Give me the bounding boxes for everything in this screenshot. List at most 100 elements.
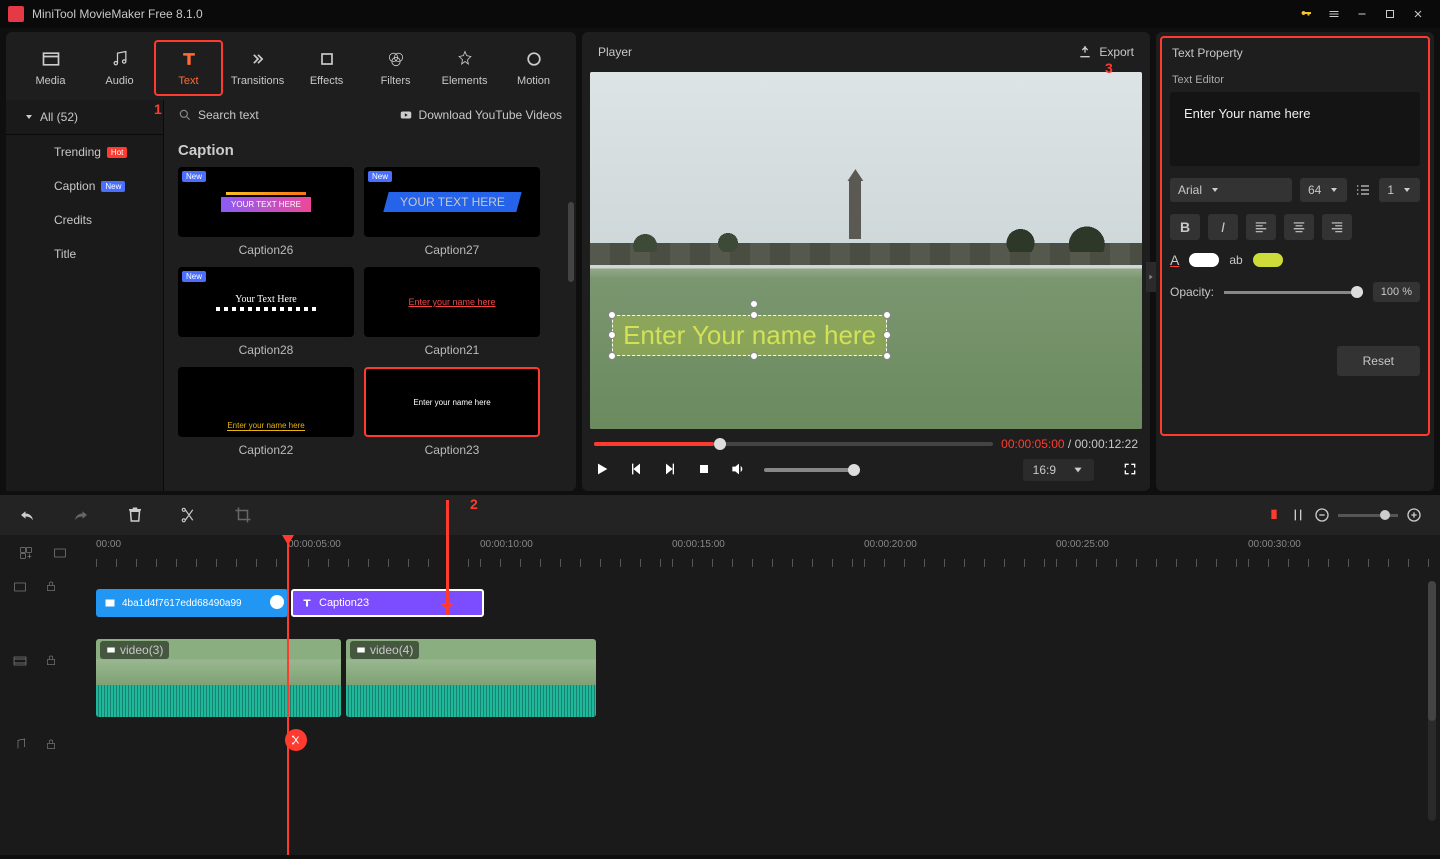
align-center-button[interactable]	[1284, 214, 1314, 240]
sidebar-item-credits[interactable]: Credits	[6, 203, 163, 237]
app-title: MiniTool MovieMaker Free 8.1.0	[32, 7, 203, 21]
add-track-icon[interactable]	[18, 545, 34, 561]
text-clip[interactable]: Caption23	[291, 589, 484, 617]
library-content: Search text Download YouTube Videos Capt…	[164, 100, 576, 491]
sidebar-item-trending[interactable]: TrendingHot	[6, 135, 163, 169]
tab-effects[interactable]: Effects	[292, 40, 361, 96]
expand-tab-icon[interactable]	[1146, 262, 1156, 292]
timeline-toolbar	[0, 495, 1440, 535]
property-title: Text Property	[1156, 32, 1434, 74]
marker-icon[interactable]	[1266, 507, 1282, 523]
text-color-swatch[interactable]	[1189, 253, 1219, 267]
annotation-3: 3	[1105, 60, 1113, 76]
timeline: 00:00 00:00:05:00 00:00:10:00 00:00:15:0…	[0, 495, 1440, 855]
highlight-color-button[interactable]: ab	[1229, 253, 1242, 267]
align-right-button[interactable]	[1322, 214, 1352, 240]
track-controls	[12, 579, 58, 753]
download-youtube-link[interactable]: Download YouTube Videos	[399, 108, 562, 122]
tab-filters[interactable]: Filters	[361, 40, 430, 96]
maximize-icon[interactable]	[1376, 0, 1404, 28]
text-editor-input[interactable]: Enter Your name here	[1170, 92, 1420, 166]
crop-button[interactable]	[234, 506, 252, 524]
key-icon[interactable]	[1292, 0, 1320, 28]
rotate-handle-icon[interactable]	[750, 300, 758, 308]
text-track[interactable]: 4ba1d4f7617edd68490a99 Caption23	[96, 575, 1440, 637]
zoom-slider[interactable]	[1338, 514, 1398, 517]
sidebar-item-caption[interactable]: CaptionNew	[6, 169, 163, 203]
playhead[interactable]	[287, 535, 289, 855]
prev-button[interactable]	[628, 461, 644, 480]
spacing-select[interactable]: 1	[1379, 178, 1420, 202]
snap-icon[interactable]	[1290, 507, 1306, 523]
lock-icon[interactable]	[44, 653, 58, 667]
caption-card[interactable]: NewYOUR TEXT HERECaption26	[178, 167, 354, 257]
cut-marker-icon[interactable]	[285, 729, 307, 751]
font-size-select[interactable]: 64	[1300, 178, 1347, 202]
caption-card[interactable]: Enter your name hereCaption23	[364, 367, 540, 457]
search-input[interactable]: Search text	[178, 108, 259, 122]
volume-slider[interactable]	[764, 468, 860, 472]
redo-button[interactable]	[72, 506, 90, 524]
tab-audio[interactable]: Audio	[85, 40, 154, 96]
aspect-ratio-select[interactable]: 16:9	[1023, 459, 1094, 481]
annotation-2: 2	[470, 496, 478, 512]
bold-button[interactable]: B	[1170, 214, 1200, 240]
opacity-label: Opacity:	[1170, 285, 1214, 299]
time-current: 00:00:05:00	[1001, 437, 1064, 451]
text-overlay-box[interactable]: Enter Your name here	[612, 315, 887, 356]
tab-elements[interactable]: Elements	[430, 40, 499, 96]
video-track[interactable]: video(3) video(4)	[96, 639, 1440, 717]
tab-media[interactable]: Media	[16, 40, 85, 96]
italic-button[interactable]: I	[1208, 214, 1238, 240]
lock-icon[interactable]	[44, 737, 58, 751]
timeline-ruler[interactable]: 00:00 00:00:05:00 00:00:10:00 00:00:15:0…	[0, 535, 1440, 575]
image-clip[interactable]: 4ba1d4f7617edd68490a99	[96, 589, 288, 617]
lock-icon[interactable]	[44, 579, 58, 593]
timeline-scrollbar[interactable]	[1428, 581, 1436, 821]
time-total: 00:00:12:22	[1075, 437, 1138, 451]
seek-bar[interactable]	[594, 442, 993, 446]
play-button[interactable]	[594, 461, 610, 480]
video-clip-2[interactable]: video(4)	[346, 639, 596, 717]
caption-card[interactable]: Enter your name hereCaption21	[364, 267, 540, 357]
caption-card[interactable]: NewYour Text HereCaption28	[178, 267, 354, 357]
split-button[interactable]	[180, 506, 198, 524]
zoom-out-button[interactable]	[1314, 507, 1330, 523]
zoom-in-button[interactable]	[1406, 507, 1422, 523]
video-clip-1[interactable]: video(3)	[96, 639, 341, 717]
next-button[interactable]	[662, 461, 678, 480]
close-icon[interactable]	[1404, 0, 1432, 28]
delete-button[interactable]	[126, 506, 144, 524]
reset-button[interactable]: Reset	[1337, 346, 1420, 376]
collapse-track-icon[interactable]	[52, 545, 68, 561]
font-select[interactable]: Arial	[1170, 178, 1292, 202]
caption-card[interactable]: NewYOUR TEXT HERECaption27	[364, 167, 540, 257]
align-left-button[interactable]	[1246, 214, 1276, 240]
main-toolbar: Media Audio Text Transitions Effects Fil…	[6, 32, 576, 100]
line-spacing-icon	[1355, 182, 1371, 198]
text-track-icon	[12, 579, 28, 595]
undo-button[interactable]	[18, 506, 36, 524]
library-scrollbar[interactable]	[568, 202, 574, 282]
text-editor-label: Text Editor	[1156, 74, 1434, 92]
opacity-slider[interactable]	[1224, 291, 1363, 294]
fullscreen-button[interactable]	[1122, 461, 1138, 480]
volume-icon[interactable]	[730, 461, 746, 480]
text-color-button[interactable]: A	[1170, 252, 1179, 268]
highlight-color-swatch[interactable]	[1253, 253, 1283, 267]
video-track-icon	[12, 653, 28, 669]
tab-motion[interactable]: Motion	[499, 40, 568, 96]
tab-transitions[interactable]: Transitions	[223, 40, 292, 96]
player-pane: Player Export Enter Your name here 00:00…	[582, 32, 1150, 491]
caption-card[interactable]: Enter your name hereCaption22	[178, 367, 354, 457]
stop-button[interactable]	[696, 461, 712, 480]
tab-text[interactable]: Text	[154, 40, 223, 96]
export-button[interactable]: Export	[1077, 44, 1134, 60]
video-preview[interactable]: Enter Your name here	[590, 72, 1142, 429]
opacity-value: 100 %	[1373, 282, 1420, 302]
minimize-icon[interactable]	[1348, 0, 1376, 28]
sidebar-item-title[interactable]: Title	[6, 237, 163, 271]
sidebar-all[interactable]: All (52)	[6, 100, 163, 135]
caption-grid: NewYOUR TEXT HERECaption26 NewYOUR TEXT …	[164, 167, 576, 457]
menu-icon[interactable]	[1320, 0, 1348, 28]
